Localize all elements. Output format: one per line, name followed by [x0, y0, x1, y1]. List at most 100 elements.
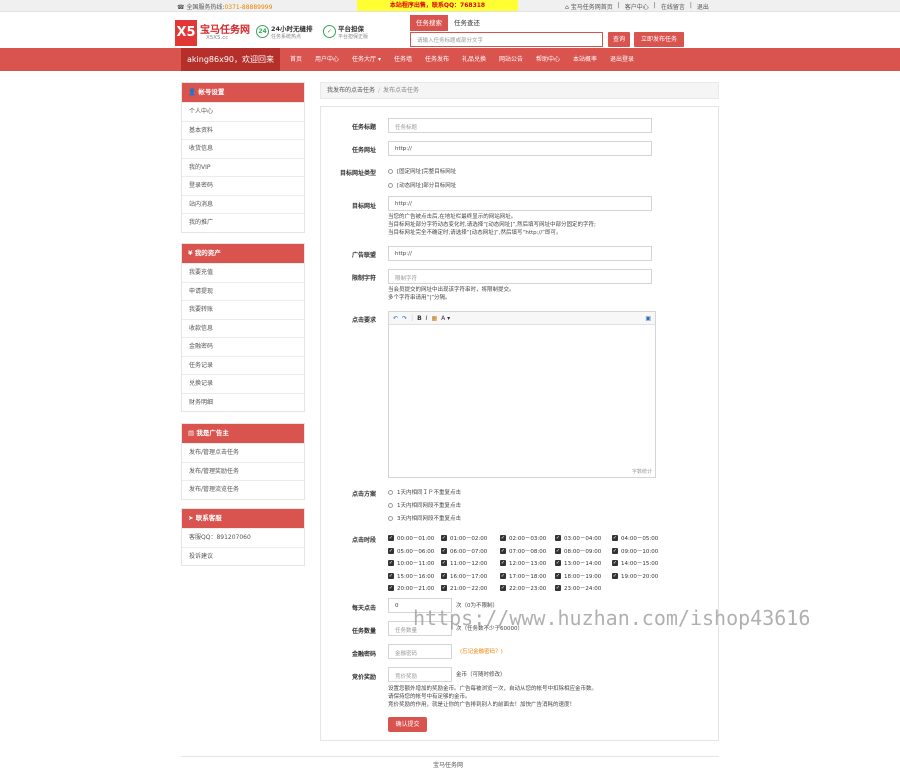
- sidebar-item-task-records[interactable]: 任务记录: [182, 355, 304, 375]
- time-slot-label: 10:00－11:00: [397, 561, 435, 567]
- search-input[interactable]: 请输入任务标题或部分文字: [410, 32, 603, 47]
- sidebar-item-profile[interactable]: 基本资料: [182, 120, 304, 140]
- sidebar-header-account: 👤 帐号设置: [182, 83, 304, 102]
- target-type-dynamic[interactable]: [动态网址]部分目标网址: [388, 181, 456, 189]
- sidebar-item-finance-details[interactable]: 财务明细: [182, 392, 304, 412]
- tab-task-search[interactable]: 任务搜索: [410, 15, 448, 31]
- sidebar-item-browse-tasks[interactable]: 发布/管理流览任务: [182, 480, 304, 499]
- bold-icon[interactable]: B: [417, 315, 422, 322]
- scheme-option-2[interactable]: 1天内相同网段不重复点击: [388, 501, 461, 509]
- time-slot-checkbox[interactable]: ✓ 12:00－13:00: [500, 559, 546, 567]
- note-line: 当会员提交的网址中出现该字符串时，将限制提交。: [388, 287, 515, 293]
- undo-icon[interactable]: ↶: [393, 315, 398, 322]
- time-slot-checkbox[interactable]: ✓ 06:00－07:00: [441, 547, 487, 555]
- sidebar-item-exchange-records[interactable]: 兑换记录: [182, 374, 304, 393]
- time-slot-label: 11:00－12:00: [450, 561, 488, 567]
- time-slot-checkbox[interactable]: ✓ 10:00－11:00: [388, 559, 434, 567]
- sidebar-item-complaints[interactable]: 投诉建议: [182, 546, 304, 566]
- time-slot-checkbox[interactable]: ✓ 22:00－23:00: [500, 584, 546, 592]
- time-slot-checkbox[interactable]: ✓ 07:00－08:00: [500, 547, 546, 555]
- sidebar-item-recharge[interactable]: 我要充值: [182, 263, 304, 282]
- sidebar-item-click-tasks[interactable]: 发布/管理点击任务: [182, 443, 304, 462]
- sidebar-item-my-vip[interactable]: 我的VIP: [182, 157, 304, 177]
- italic-icon[interactable]: I: [426, 315, 428, 322]
- sidebar-item-withdraw[interactable]: 申请提现: [182, 281, 304, 301]
- sidebar-item-promotion[interactable]: 我的推广: [182, 213, 304, 232]
- time-slot-checkbox[interactable]: ✓ 02:00－03:00: [500, 534, 546, 542]
- sidebar-item-service-qq[interactable]: 客服QQ：891207060: [182, 528, 304, 547]
- publish-task-button[interactable]: 立即发布任务: [634, 32, 684, 47]
- search-button[interactable]: 查询: [608, 32, 630, 47]
- nav-task-wall[interactable]: 任务墙: [394, 48, 412, 71]
- time-slot-checkbox[interactable]: ✓ 11:00－12:00: [441, 559, 487, 567]
- sidebar-item-payment-info[interactable]: 收款信息: [182, 318, 304, 338]
- nav-gift-exchange[interactable]: 礼品兑换: [462, 48, 486, 71]
- rich-text-editor[interactable]: ↶ ↷ | B I ▦ A ▾ ▣ 字数统计: [388, 311, 656, 478]
- title-input[interactable]: 任务标题: [388, 118, 652, 133]
- sidebar-item-login-password[interactable]: 登录密码: [182, 176, 304, 195]
- customer-center-link[interactable]: 客户中心: [625, 2, 649, 11]
- tab-task-query[interactable]: 任务查还: [448, 15, 486, 31]
- time-slot-checkbox[interactable]: ✓ 00:00－01:00: [388, 534, 434, 542]
- time-slot-checkbox[interactable]: ✓ 08:00－09:00: [555, 547, 601, 555]
- checkbox-checked-icon: ✓: [388, 560, 394, 566]
- ad-url-input[interactable]: http://: [388, 246, 652, 261]
- scheme-option-3[interactable]: 3天内相同网段不重复点击: [388, 514, 461, 522]
- nav-user-center[interactable]: 用户中心: [315, 48, 339, 71]
- font-color-icon[interactable]: A ▾: [441, 315, 450, 322]
- time-slot-checkbox[interactable]: ✓ 19:00－20:00: [612, 572, 658, 580]
- sidebar-item-messages[interactable]: 站内消息: [182, 194, 304, 214]
- time-slot-checkbox[interactable]: ✓ 05:00－06:00: [388, 547, 434, 555]
- sidebar-header-advertiser: ▤ 我是广告主: [182, 424, 304, 443]
- logo-mark[interactable]: X5: [175, 20, 197, 46]
- bid-input[interactable]: 竞价奖励: [388, 667, 452, 682]
- time-slot-checkbox[interactable]: ✓ 09:00－10:00: [612, 547, 658, 555]
- target-url-input[interactable]: http://: [388, 196, 652, 211]
- scheme-option-1[interactable]: 1天内相同ＩＰ不重复点击: [388, 488, 461, 496]
- url-input[interactable]: http://: [388, 141, 652, 156]
- fullscreen-icon[interactable]: ▣: [645, 315, 651, 322]
- welcome-text: aking86x90，欢迎回来: [181, 48, 280, 71]
- time-slot-checkbox[interactable]: ✓ 15:00－16:00: [388, 572, 434, 580]
- checkbox-checked-icon: ✓: [500, 572, 506, 579]
- time-slot-checkbox[interactable]: ✓ 16:00－17:00: [441, 572, 487, 580]
- time-slot-checkbox[interactable]: ✓ 14:00－15:00: [612, 559, 658, 567]
- home-link[interactable]: ⌂ 宝马任务网首页: [565, 2, 613, 11]
- time-slot-checkbox[interactable]: ✓ 20:00－21:00: [388, 584, 434, 592]
- target-type-fixed[interactable]: [固定网址]完整目标网址: [388, 167, 456, 175]
- time-slot-checkbox[interactable]: ✓ 18:00－19:00: [555, 572, 601, 580]
- time-slot-checkbox[interactable]: ✓ 04:00－05:00: [612, 534, 658, 542]
- sidebar-item-shipping-info[interactable]: 收货信息: [182, 139, 304, 158]
- nav-task-hall[interactable]: 任务大厅 ▾: [352, 48, 381, 71]
- time-slot-checkbox[interactable]: ✓ 23:00－24:00: [555, 584, 601, 592]
- logo-name[interactable]: 宝马任务网: [200, 21, 250, 36]
- breadcrumb-root[interactable]: 我发布的点击任务: [327, 87, 375, 94]
- nav-home[interactable]: 首页: [290, 48, 302, 71]
- nav-task-publish[interactable]: 任务发布: [425, 48, 449, 71]
- sidebar-item-personal-center[interactable]: 个人中心: [182, 102, 304, 121]
- time-slot-checkbox[interactable]: ✓ 21:00－22:00: [441, 584, 487, 592]
- time-slot-checkbox[interactable]: ✓ 03:00－04:00: [555, 534, 601, 542]
- sidebar-group-title: 帐号设置: [198, 88, 225, 96]
- sidebar-advertiser: ▤ 我是广告主 发布/管理点击任务 发布/管理奖励任务 发布/管理流览任务: [181, 423, 305, 500]
- time-slot-checkbox[interactable]: ✓ 01:00－02:00: [441, 534, 487, 542]
- forgot-password-link[interactable]: (忘记金融密码？): [460, 648, 503, 656]
- nav-announcements[interactable]: 网站公告: [499, 48, 523, 71]
- nav-logout[interactable]: 退出登录: [610, 48, 634, 71]
- time-slot-checkbox[interactable]: ✓ 17:00－18:00: [500, 572, 546, 580]
- sidebar-item-finance-password[interactable]: 金融密码: [182, 337, 304, 356]
- time-slot-label: 13:00－14:00: [564, 561, 602, 567]
- sidebar-item-transfer[interactable]: 我要转账: [182, 300, 304, 319]
- image-icon[interactable]: ▦: [431, 315, 437, 322]
- submit-button[interactable]: 确认提交: [388, 717, 427, 732]
- nav-help-center[interactable]: 帮助中心: [536, 48, 560, 71]
- finance-password-input[interactable]: 金融密码: [388, 644, 452, 659]
- redo-icon[interactable]: ↷: [402, 315, 407, 322]
- limit-input[interactable]: 限制字符: [388, 269, 652, 284]
- nav-site-stats[interactable]: 本站概率: [573, 48, 597, 71]
- logout-link[interactable]: 退出: [697, 2, 709, 11]
- sidebar-item-reward-tasks[interactable]: 发布/管理奖励任务: [182, 461, 304, 481]
- time-slot-checkbox[interactable]: ✓ 13:00－14:00: [555, 559, 601, 567]
- message-link[interactable]: 在线留言: [661, 2, 685, 11]
- click-req-label: 点击要求: [351, 317, 376, 324]
